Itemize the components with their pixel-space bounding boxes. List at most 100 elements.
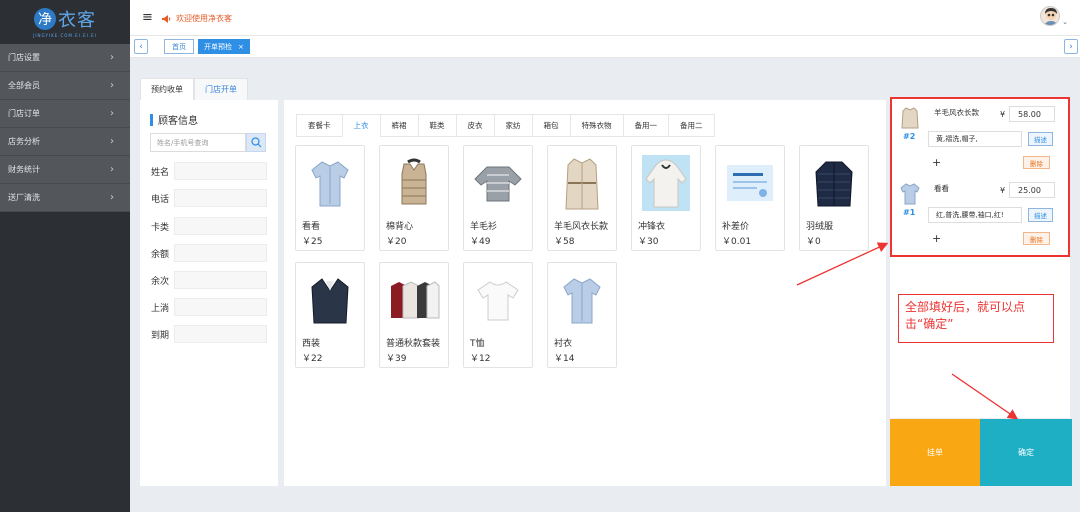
tab-category[interactable]: 箱包: [531, 114, 570, 137]
confirm-button[interactable]: 确定: [980, 419, 1072, 486]
last-visit-field: [174, 298, 267, 316]
product-card[interactable]: 看看 ￥25: [295, 145, 365, 251]
last-visit-label: 上淌: [151, 304, 170, 314]
tab-store-order[interactable]: 门店开单: [194, 78, 248, 100]
product-card[interactable]: 衬衣 ￥14: [547, 262, 617, 368]
card-type-field: [174, 217, 267, 235]
title-accent-bar: [150, 113, 153, 126]
product-card[interactable]: T恤 ￥12: [463, 262, 533, 368]
tab-category[interactable]: 皮衣: [455, 114, 494, 137]
product-name: 补差价: [722, 222, 750, 232]
name-field[interactable]: [174, 162, 267, 180]
sweater-icon: [470, 152, 526, 214]
product-card[interactable]: 羽绒服 ￥0: [799, 145, 869, 251]
tab-category[interactable]: 上衣: [341, 114, 380, 137]
price-input[interactable]: 58.00: [1009, 106, 1055, 122]
welcome-text: 欢迎使用净衣客: [176, 14, 232, 23]
product-card[interactable]: 普通秋款套装 ￥39: [379, 262, 449, 368]
tab-category[interactable]: 鞋类: [417, 114, 456, 137]
product-name: 羊毛风衣长款: [554, 222, 609, 232]
product-price: ￥30: [638, 237, 659, 247]
delete-button[interactable]: 删除: [1023, 232, 1050, 245]
tab-category[interactable]: 家纺: [493, 114, 532, 137]
customer-search-input[interactable]: 姓名/手机号查询: [150, 133, 246, 152]
tab-bar: ‹ 首页 开单预检 × ›: [130, 36, 1080, 58]
search-button[interactable]: [246, 133, 266, 152]
chevron-right-icon: ›: [110, 52, 114, 63]
sidebar-item-label: 财务统计: [8, 165, 40, 174]
order-item-name: 羊毛风衣长款: [934, 108, 979, 117]
vest-icon: [386, 152, 442, 214]
welcome-message: 欢迎使用净衣客: [162, 13, 232, 24]
product-card[interactable]: 西装 ￥22: [295, 262, 365, 368]
logo-subtitle: JINGYIKE.COM.EI.EI.EI: [33, 33, 97, 38]
down-jacket-icon: [806, 152, 862, 214]
chevron-right-icon: ›: [110, 192, 114, 203]
describe-button[interactable]: 描述: [1028, 132, 1053, 146]
product-price: ￥14: [554, 354, 575, 364]
sidebar-item-members[interactable]: 全部会员 ›: [0, 72, 130, 100]
product-price: ￥49: [470, 237, 491, 247]
product-card[interactable]: 棉背心 ￥20: [379, 145, 449, 251]
product-name: 西装: [302, 339, 321, 349]
trenchcoat-icon: [554, 152, 610, 214]
product-name: 羽绒服: [806, 222, 834, 232]
phone-field[interactable]: [174, 189, 267, 207]
phone-label: 电话: [151, 195, 170, 205]
tab-category[interactable]: 裤裙: [379, 114, 418, 137]
plus-icon[interactable]: +: [932, 232, 941, 245]
price-tag-icon: [722, 152, 778, 214]
product-card[interactable]: 冲锋衣 ￥30: [631, 145, 701, 251]
tab-label: 开单预检: [204, 42, 232, 51]
shirt-icon: [554, 269, 610, 331]
tab-scroll-right-button[interactable]: ›: [1064, 39, 1078, 54]
remaining-times-label: 余次: [151, 277, 170, 287]
order-item-number: #2: [903, 132, 916, 141]
tab-reservation[interactable]: 预约收单: [140, 78, 194, 100]
sidebar-item-label: 门店订单: [8, 109, 40, 118]
sidebar-item-factory-wash[interactable]: 送厂清洗 ›: [0, 184, 130, 212]
jacket-icon: [638, 152, 694, 214]
product-price: ￥12: [470, 354, 491, 364]
avatar[interactable]: [1040, 6, 1060, 26]
chevron-right-icon: ›: [110, 164, 114, 175]
sidebar-item-store-orders[interactable]: 门店订单 ›: [0, 100, 130, 128]
balance-field: [174, 244, 267, 262]
sidebar-item-finance[interactable]: 财务统计 ›: [0, 156, 130, 184]
chevron-down-icon[interactable]: ⌄: [1062, 18, 1068, 26]
hold-order-button[interactable]: 挂单: [890, 419, 980, 486]
sidebar-item-label: 店务分析: [8, 137, 40, 146]
product-name: 看看: [302, 222, 321, 232]
attributes-input[interactable]: 黄,褶洗,帽子,: [928, 131, 1022, 147]
product-price: ￥25: [302, 237, 323, 247]
currency-symbol: ¥: [1000, 110, 1006, 119]
sidebar-item-analysis[interactable]: 店务分析 ›: [0, 128, 130, 156]
expiry-label: 到期: [151, 331, 170, 341]
menu-toggle-icon[interactable]: ≡: [142, 10, 153, 25]
tab-category[interactable]: 特殊衣物: [569, 114, 623, 137]
describe-button[interactable]: 描述: [1028, 208, 1053, 222]
delete-button[interactable]: 删除: [1023, 156, 1050, 169]
tab-category[interactable]: 备用一: [622, 114, 668, 137]
attributes-input[interactable]: 红,普洗,腰带,袖口,红!: [928, 207, 1022, 223]
price-input[interactable]: 25.00: [1009, 182, 1055, 198]
sidebar-item-label: 门店设置: [8, 53, 40, 62]
tab-category[interactable]: 套餐卡: [296, 114, 342, 137]
tab-category[interactable]: 备用二: [668, 114, 715, 137]
suits-set-icon: [386, 269, 442, 331]
close-icon[interactable]: ×: [238, 43, 244, 51]
product-price: ￥0.01: [722, 237, 752, 247]
category-tabs: 套餐卡 上衣 裤裙 鞋类 皮衣 家纺 箱包 特殊衣物 备用一 备用二: [296, 114, 715, 137]
remaining-times-field: [174, 271, 267, 289]
card-type-label: 卡类: [151, 223, 170, 233]
product-card[interactable]: 补差价 ￥0.01: [715, 145, 785, 251]
product-card[interactable]: 羊毛衫 ￥49: [463, 145, 533, 251]
tab-home[interactable]: 首页: [164, 39, 194, 54]
plus-icon[interactable]: +: [932, 156, 941, 169]
product-card[interactable]: 羊毛风衣长款 ￥58: [547, 145, 617, 251]
shirt-icon: [900, 183, 920, 205]
sidebar-item-store-settings[interactable]: 门店设置 ›: [0, 44, 130, 72]
product-price: ￥22: [302, 354, 323, 364]
tab-open-order[interactable]: 开单预检 ×: [198, 39, 250, 54]
tab-scroll-left-button[interactable]: ‹: [134, 39, 148, 54]
